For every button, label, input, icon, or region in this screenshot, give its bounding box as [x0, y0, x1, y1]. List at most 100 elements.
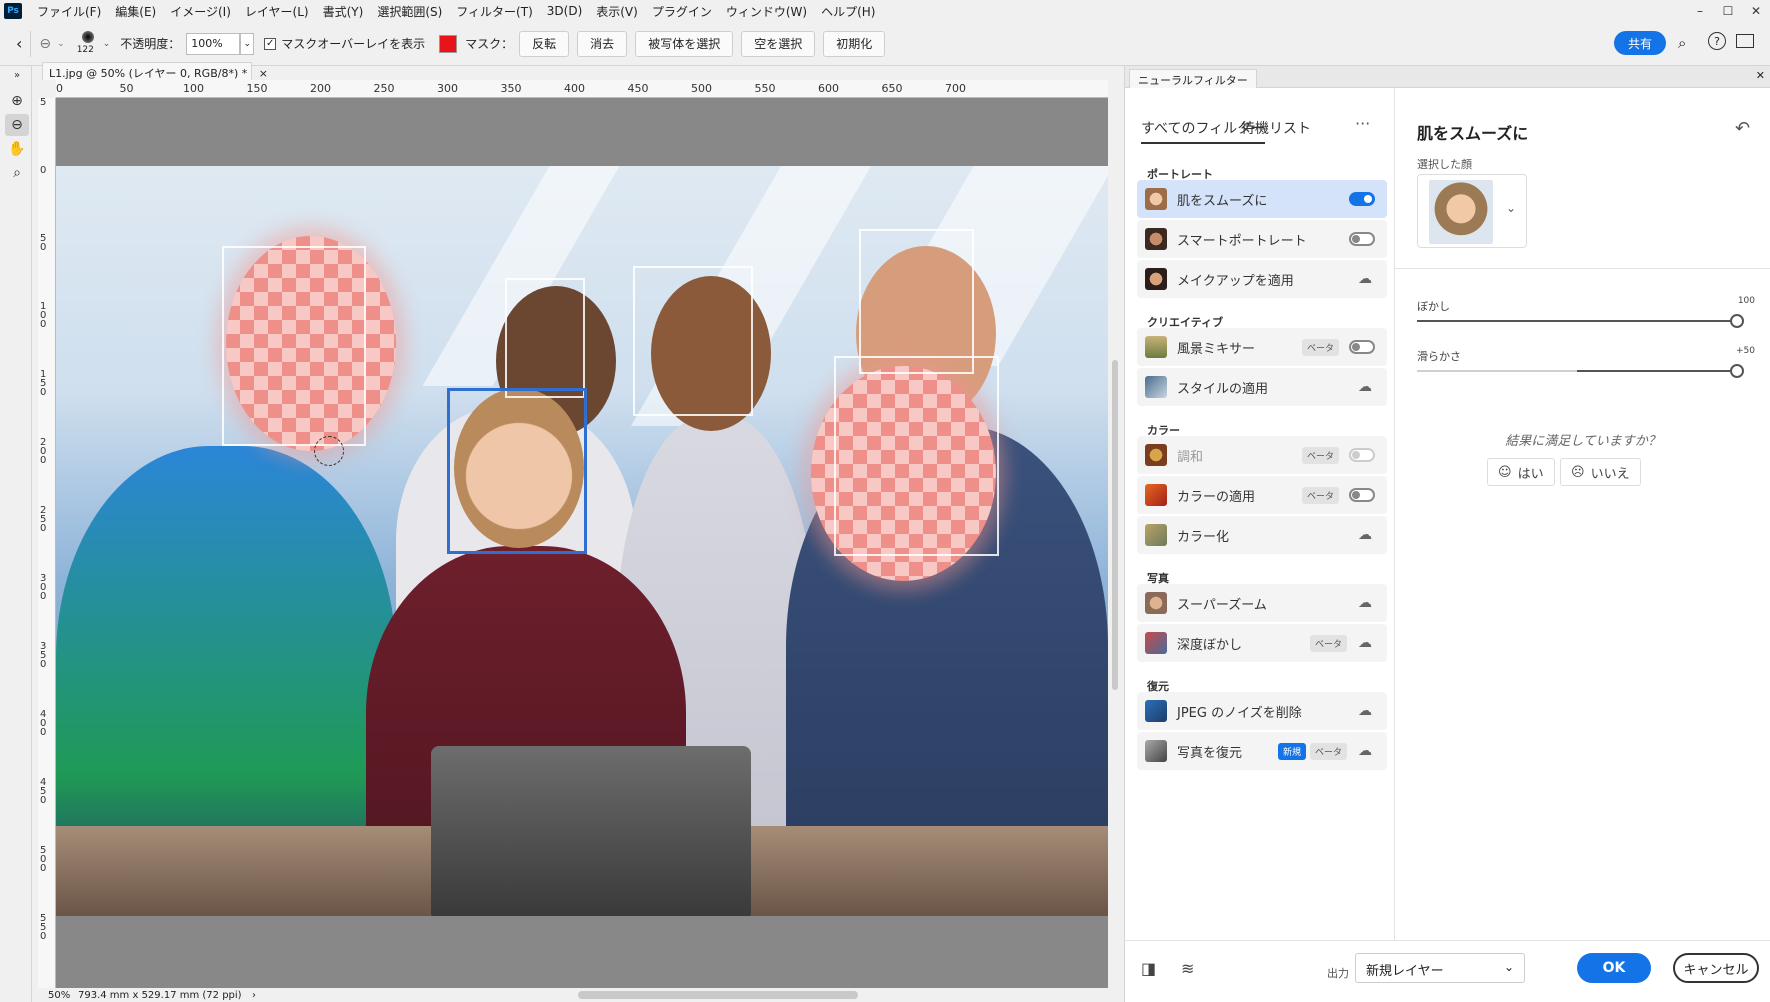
ok-button[interactable]: OK [1577, 953, 1651, 983]
minimize-button[interactable]: – [1686, 0, 1714, 22]
menu-type[interactable]: 書式(Y) [316, 3, 371, 20]
menu-3d[interactable]: 3D(D) [540, 4, 589, 18]
more-options-icon[interactable]: ··· [1355, 114, 1370, 133]
scrollbar-thumb[interactable] [1112, 360, 1118, 690]
menu-layer[interactable]: レイヤー(L) [238, 3, 316, 20]
beta-badge: ベータ [1309, 742, 1347, 760]
compare-view-icon[interactable]: ◨ [1141, 959, 1156, 978]
chevron-down-icon[interactable]: ⌄ [103, 39, 111, 49]
filter-toggle[interactable] [1349, 192, 1375, 206]
filter-color-transfer[interactable]: カラーの適用 ベータ [1137, 476, 1387, 514]
maximize-button[interactable]: ☐ [1714, 0, 1742, 22]
filter-landscape-mixer[interactable]: 風景ミキサー ベータ [1137, 328, 1387, 366]
horizontal-scrollbar[interactable] [578, 991, 858, 999]
cloud-download-icon[interactable]: ☁ [1357, 743, 1373, 759]
help-icon[interactable]: ? [1708, 32, 1726, 50]
zoom-tool-icon[interactable]: ⌕ [5, 162, 29, 184]
mask-overlay-checkbox[interactable]: ✓ [264, 37, 277, 50]
cloud-download-icon[interactable]: ☁ [1357, 527, 1373, 543]
reset-button[interactable]: 初期化 [823, 30, 886, 57]
selected-face-box[interactable] [447, 388, 587, 554]
blur-slider[interactable] [1417, 314, 1744, 328]
filter-toggle[interactable] [1349, 340, 1375, 354]
hand-tool-icon[interactable]: ✋ [5, 138, 29, 160]
filter-smart-portrait[interactable]: スマートポートレート [1137, 220, 1387, 258]
cloud-download-icon[interactable]: ☁ [1357, 379, 1373, 395]
blur-slider-knob[interactable] [1730, 314, 1744, 328]
invert-button[interactable]: 反転 [519, 30, 570, 57]
panel-close-icon[interactable]: ✕ [1756, 69, 1765, 82]
selected-face-dropdown[interactable]: ⌄ [1417, 174, 1527, 248]
ruler-tick-label: 150 [40, 369, 47, 398]
chevron-right-icon[interactable]: › [252, 990, 256, 1001]
menu-window[interactable]: ウィンドウ(W) [719, 3, 814, 20]
layer-preview-icon[interactable]: ≋ [1181, 959, 1194, 978]
reset-parameters-icon[interactable]: ↶ [1735, 118, 1750, 139]
menu-view[interactable]: 表示(V) [589, 3, 645, 20]
cloud-download-icon[interactable]: ☁ [1357, 703, 1373, 719]
overlay-color-swatch[interactable] [439, 34, 458, 53]
filter-colorize[interactable]: カラー化 ☁ [1137, 516, 1387, 554]
filter-toggle[interactable] [1349, 232, 1375, 246]
menu-edit[interactable]: 編集(E) [108, 3, 163, 20]
feedback-no-button[interactable]: ☹ いいえ [1560, 458, 1641, 486]
menu-help[interactable]: ヘルプ(H) [814, 3, 882, 20]
cloud-download-icon[interactable]: ☁ [1357, 635, 1373, 651]
face-detection-box[interactable] [505, 278, 585, 398]
ruler-tick-label: 250 [373, 82, 395, 95]
filter-super-zoom[interactable]: スーパーズーム ☁ [1137, 584, 1387, 622]
filter-depth-blur[interactable]: 深度ぼかし ベータ ☁ [1137, 624, 1387, 662]
filter-toggle[interactable] [1349, 488, 1375, 502]
close-tab-icon[interactable]: × [259, 67, 268, 80]
smoothness-slider-knob[interactable] [1730, 364, 1744, 378]
vertical-scrollbar[interactable] [1110, 80, 1120, 986]
subtract-brush-tool-icon[interactable]: ⊖ [5, 114, 29, 136]
chevron-down-icon[interactable]: ⌄ [57, 39, 65, 49]
face-detection-box[interactable] [859, 229, 974, 374]
share-button[interactable]: 共有 [1614, 31, 1666, 55]
face-detection-box[interactable] [222, 246, 366, 446]
chevron-down-icon[interactable]: ⌄ [1506, 201, 1516, 215]
add-brush-tool-icon[interactable]: ⊕ [5, 90, 29, 112]
filter-thumbnail [1145, 228, 1167, 250]
brush-preset-picker[interactable]: 122 [75, 29, 101, 59]
menu-filter[interactable]: フィルター(T) [449, 3, 539, 20]
document-tab[interactable]: L1.jpg @ 50% (レイヤー 0, RGB/8*) * × [42, 62, 268, 80]
face-detection-box[interactable] [834, 356, 999, 556]
subtract-brush-icon[interactable]: ⊖ [39, 36, 51, 52]
clear-button[interactable]: 消去 [577, 30, 628, 57]
close-button[interactable]: ✕ [1742, 0, 1770, 22]
workspace-icon[interactable] [1736, 34, 1754, 48]
canvas-area[interactable] [56, 98, 1108, 990]
filter-name: 写真を復元 [1177, 745, 1243, 761]
search-icon[interactable]: ⌕ [1678, 34, 1686, 52]
neural-filters-tab[interactable]: ニューラルフィルター [1129, 69, 1257, 88]
filter-photo-restoration[interactable]: 写真を復元 新規 ベータ ☁ [1137, 732, 1387, 770]
opacity-dropdown-icon[interactable]: ⌄ [240, 32, 255, 55]
select-subject-button[interactable]: 被写体を選択 [635, 30, 734, 57]
feedback-yes-button[interactable]: ☺ はい [1487, 458, 1555, 486]
ruler-tick-label: 250 [40, 505, 47, 534]
zoom-level[interactable]: 50% [38, 990, 78, 1001]
output-select[interactable]: 新規レイヤー ⌄ [1355, 953, 1525, 983]
cancel-button[interactable]: キャンセル [1673, 953, 1759, 983]
smoothness-slider[interactable] [1417, 364, 1744, 378]
tab-wait-list[interactable]: 待機リスト [1241, 118, 1311, 138]
output-value: 新規レイヤー [1366, 964, 1444, 979]
select-sky-button[interactable]: 空を選択 [741, 30, 816, 57]
filter-makeup-transfer[interactable]: メイクアップを適用 ☁ [1137, 260, 1387, 298]
face-detection-box[interactable] [633, 266, 753, 416]
menu-plugins[interactable]: プラグイン [645, 3, 719, 20]
cloud-download-icon[interactable]: ☁ [1357, 271, 1373, 287]
back-icon[interactable]: ‹ [16, 34, 22, 53]
menu-file[interactable]: ファイル(F) [30, 3, 108, 20]
menu-select[interactable]: 選択範囲(S) [370, 3, 449, 20]
opacity-input[interactable]: 100% [186, 32, 241, 55]
collapse-icon[interactable]: » [5, 64, 29, 86]
cloud-download-icon[interactable]: ☁ [1357, 595, 1373, 611]
filter-jpeg-artifacts-removal[interactable]: JPEG のノイズを削除 ☁ [1137, 692, 1387, 730]
filter-style-transfer[interactable]: スタイルの適用 ☁ [1137, 368, 1387, 406]
menu-image[interactable]: イメージ(I) [163, 3, 238, 20]
filter-harmonization[interactable]: 調和 ベータ [1137, 436, 1387, 474]
filter-skin-smoothing[interactable]: 肌をスムーズに [1137, 180, 1387, 218]
